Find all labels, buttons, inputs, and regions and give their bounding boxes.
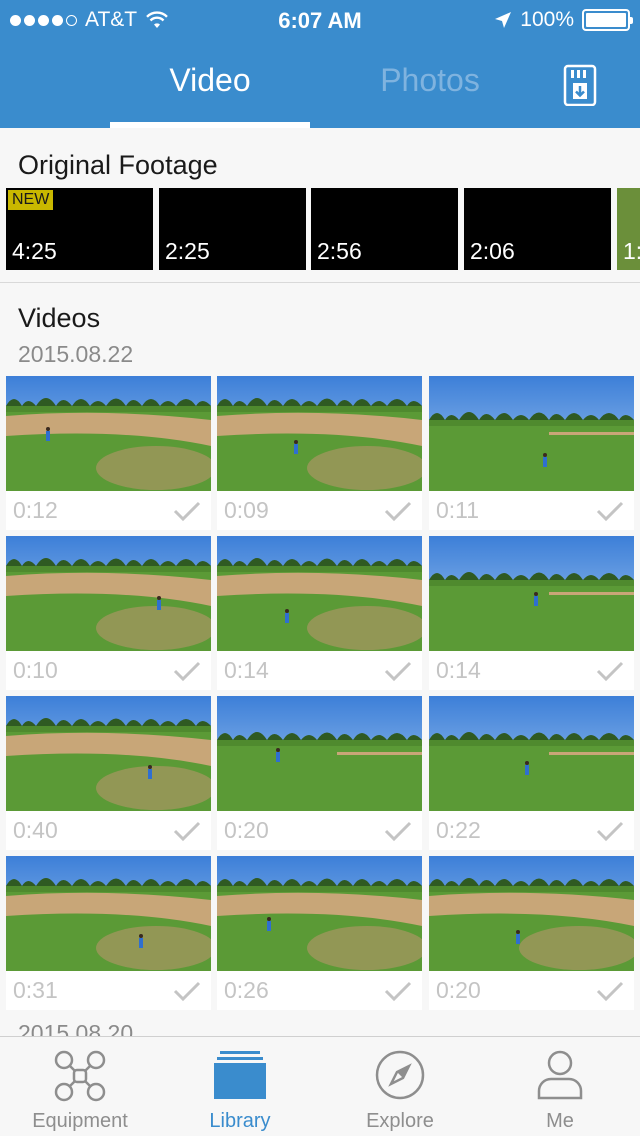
checkmark-icon[interactable] <box>384 500 412 522</box>
video-thumbnail <box>217 536 422 651</box>
video-item[interactable]: 0:12 <box>6 376 211 530</box>
checkmark-icon[interactable] <box>596 660 624 682</box>
video-duration: 0:40 <box>13 817 58 843</box>
video-item[interactable]: 0:14 <box>217 536 422 690</box>
video-thumbnail <box>6 696 211 811</box>
checkmark-icon[interactable] <box>384 660 412 682</box>
video-duration: 0:22 <box>436 817 481 843</box>
original-footage-title: Original Footage <box>18 150 218 180</box>
person-icon <box>537 1050 583 1100</box>
tab-photos[interactable]: Photos <box>330 62 530 106</box>
drone-icon <box>54 1050 106 1102</box>
footage-duration: 2:25 <box>165 238 210 264</box>
videos-title: Videos <box>18 303 101 333</box>
video-item[interactable]: 0:11 <box>429 376 634 530</box>
checkmark-icon[interactable] <box>596 980 624 1002</box>
video-duration: 0:14 <box>436 657 481 683</box>
header: AT&T 6:07 AM 100% Video Photos <box>0 0 640 128</box>
footage-duration: 1: <box>623 238 640 264</box>
video-thumbnail <box>429 376 634 491</box>
sd-card-download-icon[interactable] <box>562 64 598 106</box>
tab-bar: Equipment Library Explore Me <box>0 1036 640 1136</box>
tab-label: Explore <box>366 1110 434 1132</box>
tab-library[interactable]: Library <box>160 1037 320 1136</box>
tab-label: Library <box>209 1110 271 1132</box>
location-arrow-icon <box>495 12 512 28</box>
tab-me[interactable]: Me <box>480 1037 640 1136</box>
video-thumbnail <box>6 856 211 971</box>
video-item[interactable]: 0:31 <box>6 856 211 1010</box>
video-duration: 0:09 <box>224 497 269 523</box>
checkmark-icon[interactable] <box>173 500 201 522</box>
video-thumbnail <box>429 696 634 811</box>
video-item[interactable]: 0:10 <box>6 536 211 690</box>
video-duration: 0:10 <box>13 657 58 683</box>
video-item[interactable]: 0:22 <box>429 696 634 850</box>
checkmark-icon[interactable] <box>173 820 201 842</box>
footage-item[interactable]: 2:06 <box>464 188 611 270</box>
video-thumbnail <box>217 856 422 971</box>
library-icon <box>214 1051 266 1099</box>
video-thumbnail <box>6 376 211 491</box>
compass-icon <box>375 1050 425 1100</box>
checkmark-icon[interactable] <box>384 820 412 842</box>
status-bar: AT&T 6:07 AM 100% <box>0 0 640 40</box>
footage-duration: 4:25 <box>12 238 57 264</box>
tab-equipment[interactable]: Equipment <box>0 1037 160 1136</box>
video-duration: 0:20 <box>224 817 269 843</box>
video-item[interactable]: 0:40 <box>6 696 211 850</box>
section-divider <box>0 282 640 283</box>
checkmark-icon[interactable] <box>384 980 412 1002</box>
checkmark-icon[interactable] <box>596 500 624 522</box>
video-duration: 0:20 <box>436 977 481 1003</box>
tab-explore[interactable]: Explore <box>320 1037 480 1136</box>
video-item[interactable]: 0:20 <box>429 856 634 1010</box>
battery-icon <box>582 9 633 31</box>
footage-item[interactable]: NEW 4:25 <box>6 188 153 270</box>
video-item[interactable]: 0:26 <box>217 856 422 1010</box>
new-badge: NEW <box>8 190 54 210</box>
video-thumbnail <box>429 856 634 971</box>
original-footage-strip[interactable]: NEW 4:25 2:25 2:56 2:06 1: <box>0 188 640 270</box>
footage-item[interactable]: 2:56 <box>311 188 458 270</box>
date-header: 2015.08.22 <box>18 341 134 367</box>
video-thumbnail <box>429 536 634 651</box>
footage-item[interactable]: 2:25 <box>159 188 306 270</box>
video-thumbnail <box>217 696 422 811</box>
tab-label: Me <box>546 1110 574 1132</box>
battery-percent: 100% <box>520 8 574 31</box>
active-tab-indicator <box>110 122 310 128</box>
footage-item[interactable]: 1: <box>617 188 640 270</box>
video-duration: 0:26 <box>224 977 269 1003</box>
checkmark-icon[interactable] <box>596 820 624 842</box>
tab-label: Equipment <box>32 1110 128 1132</box>
video-item[interactable]: 0:09 <box>217 376 422 530</box>
footage-duration: 2:56 <box>317 238 362 264</box>
video-duration: 0:31 <box>13 977 58 1003</box>
checkmark-icon[interactable] <box>173 660 201 682</box>
video-item[interactable]: 0:14 <box>429 536 634 690</box>
video-item[interactable]: 0:20 <box>217 696 422 850</box>
video-duration: 0:11 <box>436 497 480 523</box>
footage-duration: 2:06 <box>470 238 515 264</box>
video-thumbnail <box>6 536 211 651</box>
video-thumbnail <box>217 376 422 491</box>
checkmark-icon[interactable] <box>173 980 201 1002</box>
tab-video[interactable]: Video <box>110 62 310 106</box>
video-duration: 0:14 <box>224 657 269 683</box>
video-duration: 0:12 <box>13 497 58 523</box>
